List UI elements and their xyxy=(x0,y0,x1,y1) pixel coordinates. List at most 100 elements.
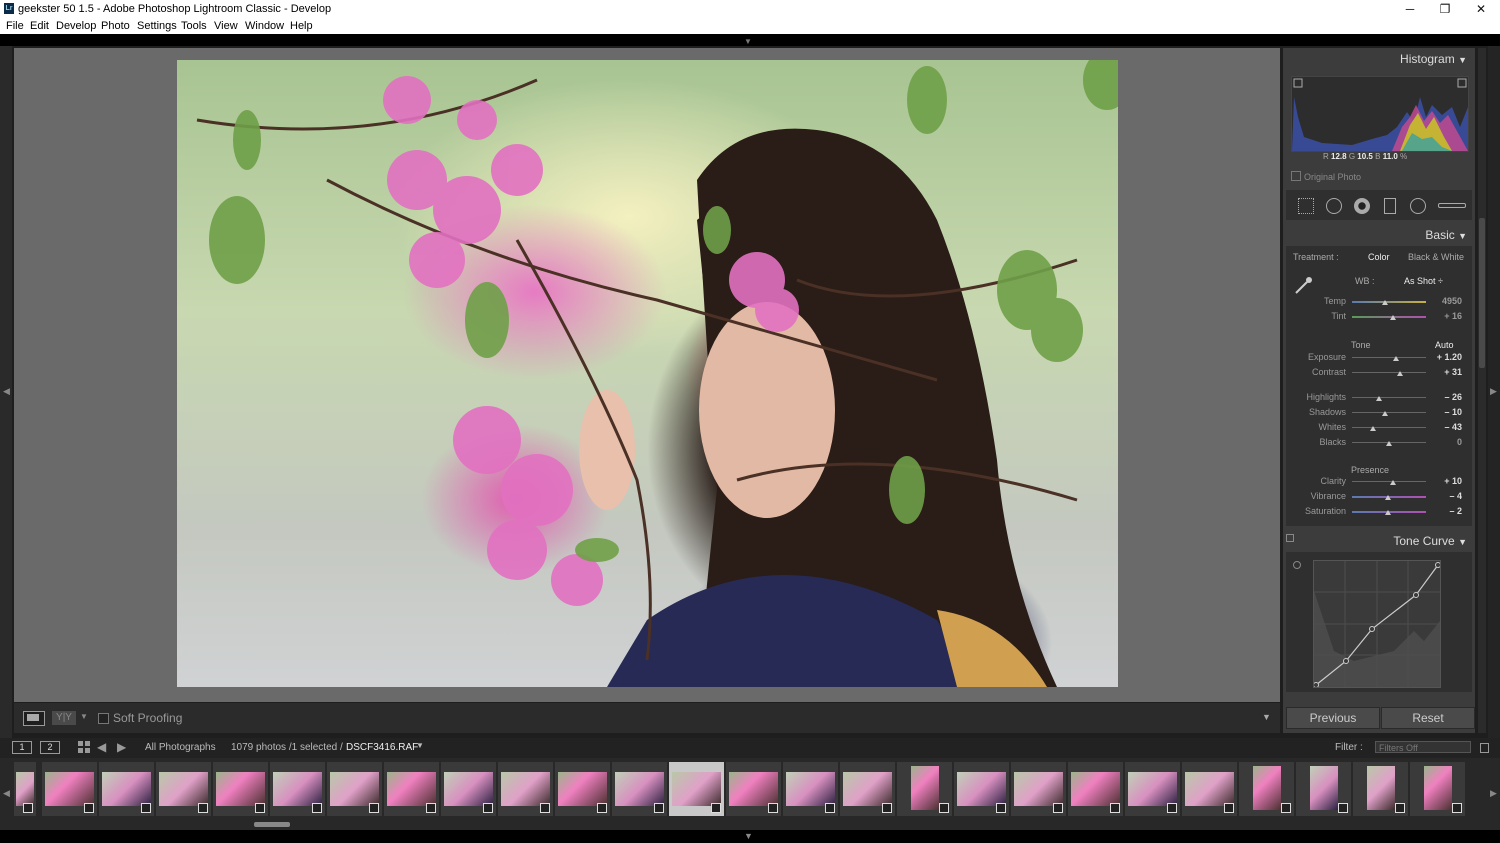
basic-header[interactable]: Basic ▼ xyxy=(1425,228,1467,242)
chevron-down-icon[interactable]: ▼ xyxy=(80,712,88,721)
filmstrip-thumbnail[interactable] xyxy=(441,762,496,816)
secondary-window-button[interactable]: 2 xyxy=(40,741,60,754)
contrast-value[interactable]: + 31 xyxy=(1422,367,1462,377)
filmstrip-right-arrow-icon[interactable]: ▶ xyxy=(1490,788,1497,799)
filmstrip-thumbnail[interactable] xyxy=(213,762,268,816)
exposure-value[interactable]: + 1.20 xyxy=(1422,352,1462,362)
whites-value[interactable]: – 43 xyxy=(1422,422,1462,432)
blacks-value[interactable]: 0 xyxy=(1422,437,1462,447)
menu-edit[interactable]: Edit xyxy=(30,20,49,32)
whites-slider-knob[interactable] xyxy=(1370,426,1376,431)
current-filename[interactable]: DSCF3416.RAF xyxy=(346,742,418,753)
exposure-slider-knob[interactable] xyxy=(1393,356,1399,361)
filmstrip-thumbnail[interactable] xyxy=(270,762,325,816)
filmstrip[interactable]: ◀ ▶ xyxy=(0,758,1500,830)
red-eye-icon[interactable] xyxy=(1354,198,1370,214)
filmstrip-thumbnail[interactable] xyxy=(1410,762,1465,816)
contrast-slider-track[interactable] xyxy=(1352,372,1426,373)
menu-settings[interactable]: Settings xyxy=(137,20,177,32)
right-panel-toggle[interactable]: ▶ xyxy=(1488,46,1500,756)
filmstrip-thumbnail[interactable] xyxy=(954,762,1009,816)
filmstrip-thumbnail[interactable] xyxy=(384,762,439,816)
wb-dropdown[interactable]: As Shot ÷ xyxy=(1404,276,1443,286)
menu-tools[interactable]: Tools xyxy=(181,20,207,32)
graduated-filter-icon[interactable] xyxy=(1384,198,1396,214)
filmstrip-thumbnail[interactable] xyxy=(156,762,211,816)
primary-window-button[interactable]: 1 xyxy=(12,741,32,754)
whites-slider-track[interactable] xyxy=(1352,427,1426,428)
filmstrip-thumbnail[interactable] xyxy=(1068,762,1123,816)
bottom-panel-toggle[interactable]: ▼ xyxy=(0,830,1500,843)
radial-filter-icon[interactable] xyxy=(1410,198,1426,214)
filter-dropdown[interactable]: Filters Off xyxy=(1375,741,1471,753)
close-button[interactable]: ✕ xyxy=(1466,2,1496,16)
clarity-slider-track[interactable] xyxy=(1352,481,1426,482)
menu-view[interactable]: View xyxy=(214,20,238,32)
menu-photo[interactable]: Photo xyxy=(101,20,130,32)
shadows-slider-track[interactable] xyxy=(1352,412,1426,413)
tone-curve-header[interactable]: Tone Curve ▼ xyxy=(1393,534,1467,548)
image-canvas[interactable] xyxy=(14,48,1280,702)
highlights-slider-track[interactable] xyxy=(1352,397,1426,398)
adjustment-brush-icon[interactable] xyxy=(1438,203,1466,208)
reset-button[interactable]: Reset xyxy=(1381,707,1475,729)
treatment-color-button[interactable]: Color xyxy=(1368,252,1390,262)
filmstrip-thumbnail[interactable] xyxy=(555,762,610,816)
menu-window[interactable]: Window xyxy=(245,20,284,32)
tone-curve-toggle-icon[interactable] xyxy=(1286,534,1294,542)
clarity-slider-knob[interactable] xyxy=(1390,480,1396,485)
histogram-graph[interactable] xyxy=(1291,76,1469,152)
contrast-slider-knob[interactable] xyxy=(1397,371,1403,376)
targeted-adjustment-icon[interactable] xyxy=(1293,561,1301,569)
filmstrip-thumbnail[interactable] xyxy=(1011,762,1066,816)
filmstrip-thumbnail[interactable] xyxy=(1125,762,1180,816)
temp-slider-track[interactable] xyxy=(1352,301,1426,303)
grid-view-icon[interactable] xyxy=(78,741,90,753)
filmstrip-thumbnail[interactable] xyxy=(1239,762,1294,816)
menu-file[interactable]: File xyxy=(6,20,24,32)
forward-arrow-icon[interactable]: ▶ xyxy=(117,740,126,754)
highlights-value[interactable]: – 26 xyxy=(1422,392,1462,402)
source-label[interactable]: All Photographs xyxy=(145,742,216,753)
treatment-bw-button[interactable]: Black & White xyxy=(1408,252,1464,262)
tint-slider-knob[interactable] xyxy=(1390,315,1396,320)
top-panel-toggle[interactable]: ▼ xyxy=(0,34,1500,46)
spot-removal-icon[interactable] xyxy=(1326,198,1342,214)
auto-tone-button[interactable]: Auto xyxy=(1435,340,1454,350)
filmstrip-thumbnail[interactable] xyxy=(14,762,36,816)
filmstrip-thumbnail[interactable] xyxy=(327,762,382,816)
filmstrip-thumbnail[interactable] xyxy=(99,762,154,816)
blacks-slider-knob[interactable] xyxy=(1386,441,1392,446)
scrollbar-thumb[interactable] xyxy=(1479,218,1485,368)
clarity-value[interactable]: + 10 xyxy=(1422,476,1462,486)
tint-value[interactable]: + 16 xyxy=(1422,311,1462,321)
toolbar-menu-chevron-icon[interactable]: ▼ xyxy=(1262,712,1271,722)
soft-proofing-checkbox[interactable] xyxy=(98,713,109,724)
filmstrip-thumbnail[interactable] xyxy=(42,762,97,816)
original-photo-toggle[interactable]: Original Photo xyxy=(1291,171,1361,182)
filmstrip-thumbnail[interactable] xyxy=(1296,762,1351,816)
filmstrip-thumbnail[interactable] xyxy=(612,762,667,816)
vibrance-value[interactable]: – 4 xyxy=(1422,491,1462,501)
shadows-slider-knob[interactable] xyxy=(1382,411,1388,416)
filmstrip-left-arrow-icon[interactable]: ◀ xyxy=(3,788,10,799)
filmstrip-thumbnail[interactable] xyxy=(1182,762,1237,816)
exposure-slider-track[interactable] xyxy=(1352,357,1426,358)
filmstrip-thumbnail[interactable] xyxy=(897,762,952,816)
filmstrip-scroll-thumb[interactable] xyxy=(254,822,290,827)
crop-tool-icon[interactable] xyxy=(1298,198,1314,214)
filmstrip-thumbnail[interactable] xyxy=(1353,762,1408,816)
temp-slider-knob[interactable] xyxy=(1382,300,1388,305)
right-panel-scrollbar[interactable] xyxy=(1478,48,1486,733)
filename-dropdown-icon[interactable]: ▼ xyxy=(416,741,424,750)
wb-eyedropper-icon[interactable] xyxy=(1293,274,1315,296)
highlights-slider-knob[interactable] xyxy=(1376,396,1382,401)
maximize-button[interactable]: ❐ xyxy=(1430,2,1460,16)
loupe-view-icon[interactable] xyxy=(23,711,45,726)
before-after-button[interactable]: Y|Y xyxy=(52,711,76,725)
tint-slider-track[interactable] xyxy=(1352,316,1426,318)
shadows-value[interactable]: – 10 xyxy=(1422,407,1462,417)
previous-button[interactable]: Previous xyxy=(1286,707,1380,729)
original-photo-checkbox[interactable] xyxy=(1291,171,1301,181)
filmstrip-thumbnail[interactable] xyxy=(669,762,724,816)
